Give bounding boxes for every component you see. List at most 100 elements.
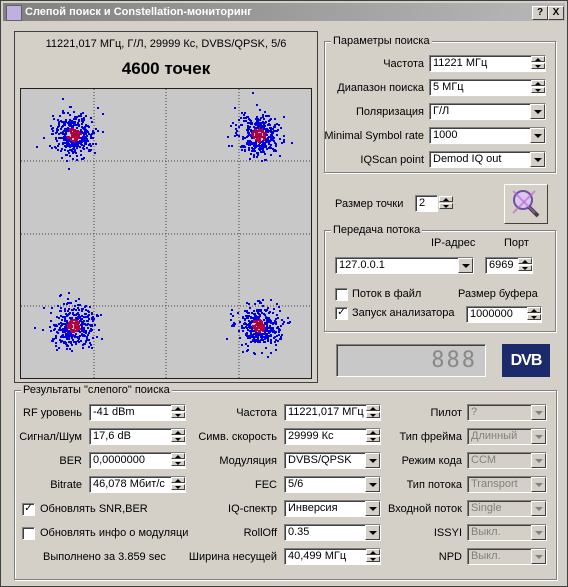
constellation-point bbox=[262, 114, 264, 116]
constellation-point bbox=[62, 331, 64, 333]
constellation-point bbox=[75, 333, 77, 335]
constellation-point bbox=[261, 324, 263, 326]
constellation-point bbox=[244, 318, 246, 320]
constellation-point bbox=[275, 318, 277, 320]
constellation-point bbox=[260, 327, 262, 329]
rf-level-spinner[interactable] bbox=[171, 405, 185, 420]
constellation-point bbox=[70, 341, 72, 343]
constellation-point bbox=[252, 330, 254, 332]
issyi-dropdown-arrow[interactable] bbox=[531, 525, 546, 540]
constellation-point bbox=[272, 136, 274, 138]
constellation-point bbox=[65, 131, 67, 133]
constellation-point bbox=[258, 139, 260, 141]
constellation-point bbox=[60, 294, 62, 296]
constellation-point bbox=[58, 317, 60, 319]
constellation-point bbox=[100, 314, 102, 316]
constellation-point bbox=[77, 340, 79, 342]
code-mode-dropdown-arrow[interactable] bbox=[531, 453, 546, 468]
constellation-point bbox=[70, 335, 72, 337]
polarization-select[interactable]: Г/Л bbox=[429, 103, 546, 120]
constellation-point bbox=[256, 156, 258, 158]
to-file-checkbox[interactable] bbox=[335, 288, 348, 301]
constellation-point bbox=[62, 110, 64, 112]
constellation-point bbox=[55, 335, 57, 337]
constellation-point bbox=[259, 322, 261, 324]
constellation-point bbox=[69, 146, 71, 148]
constellation-point bbox=[81, 310, 83, 312]
bitrate-spinner[interactable] bbox=[171, 477, 185, 492]
run-analyzer-checkbox[interactable]: ✓ bbox=[335, 307, 348, 320]
constellation-point bbox=[68, 292, 70, 294]
constellation-point bbox=[90, 344, 92, 346]
constellation-point bbox=[70, 141, 72, 143]
polarization-dropdown-arrow[interactable] bbox=[530, 104, 545, 119]
range-input[interactable]: 5 МГц bbox=[429, 79, 546, 96]
res-frequency-spinner[interactable] bbox=[366, 405, 380, 420]
update-snr-checkbox[interactable]: ✓ bbox=[22, 503, 35, 516]
iqscan-select[interactable]: Demod IQ out bbox=[429, 151, 546, 168]
constellation-point bbox=[247, 345, 249, 347]
ip-select[interactable]: 127.0.0.1 bbox=[335, 257, 474, 274]
constellation-point bbox=[76, 322, 78, 324]
update-mod-checkbox[interactable] bbox=[22, 527, 35, 540]
constellation-point bbox=[72, 329, 74, 331]
constellation-point bbox=[63, 139, 65, 141]
close-button[interactable]: X bbox=[548, 6, 564, 20]
point-size-input[interactable]: 2 bbox=[415, 195, 438, 212]
frequency-input[interactable]: 11221 МГц bbox=[429, 55, 546, 72]
constellation-point bbox=[239, 337, 241, 339]
range-spinner[interactable] bbox=[531, 80, 545, 95]
constellation-point bbox=[82, 308, 84, 310]
frequency-spinner[interactable] bbox=[531, 56, 545, 71]
min-sr-dropdown-arrow[interactable] bbox=[530, 128, 545, 143]
input-stream-dropdown-arrow[interactable] bbox=[531, 501, 546, 516]
constellation-point bbox=[253, 137, 255, 139]
rolloff-label: RollOff bbox=[243, 527, 277, 539]
constellation-point bbox=[235, 128, 237, 130]
constellation-point bbox=[264, 341, 266, 343]
port-spinner[interactable] bbox=[518, 258, 532, 273]
constellation-point bbox=[78, 338, 80, 340]
min-sr-select[interactable]: 1000 bbox=[429, 127, 546, 144]
bandwidth-spinner[interactable] bbox=[366, 549, 380, 564]
constellation-point bbox=[85, 331, 87, 333]
frame-type-dropdown-arrow[interactable] bbox=[531, 429, 546, 444]
constellation-point bbox=[73, 118, 75, 120]
help-button[interactable]: ? bbox=[532, 6, 548, 20]
constellation-point bbox=[56, 128, 58, 130]
constellation-point bbox=[85, 341, 87, 343]
constellation-point bbox=[240, 117, 242, 119]
stream-type-dropdown-arrow[interactable] bbox=[531, 477, 546, 492]
constellation-point bbox=[238, 119, 240, 121]
constellation-point bbox=[281, 319, 283, 321]
constellation-point bbox=[58, 125, 60, 127]
iqscan-dropdown-arrow[interactable] bbox=[530, 152, 545, 167]
ber-spinner[interactable] bbox=[171, 453, 185, 468]
symbol-rate-spinner[interactable] bbox=[366, 429, 380, 444]
scan-button[interactable] bbox=[504, 184, 548, 224]
constellation-point bbox=[66, 142, 68, 144]
snr-spinner[interactable] bbox=[171, 429, 185, 444]
ip-dropdown-arrow[interactable] bbox=[458, 258, 473, 273]
constellation-point bbox=[264, 111, 266, 113]
fec-dropdown-arrow[interactable] bbox=[365, 477, 380, 492]
constellation-point bbox=[59, 327, 61, 329]
rolloff-dropdown-arrow[interactable] bbox=[365, 525, 380, 540]
constellation-point bbox=[77, 307, 79, 309]
constellation-point bbox=[84, 141, 86, 143]
modulation-dropdown-arrow[interactable] bbox=[365, 453, 380, 468]
constellation-point bbox=[249, 337, 251, 339]
constellation-point bbox=[75, 118, 77, 120]
iq-spectrum-dropdown-arrow[interactable] bbox=[365, 501, 380, 516]
point-size-spinner[interactable] bbox=[439, 196, 453, 211]
constellation-point bbox=[275, 145, 277, 147]
npd-dropdown-arrow[interactable] bbox=[531, 549, 546, 564]
constellation-point bbox=[277, 340, 279, 342]
constellation-point bbox=[57, 145, 59, 147]
constellation-point bbox=[240, 124, 242, 126]
pilot-dropdown-arrow[interactable] bbox=[531, 405, 546, 420]
constellation-point bbox=[274, 118, 276, 120]
constellation-point bbox=[262, 122, 264, 124]
buffer-spinner[interactable] bbox=[527, 307, 541, 322]
constellation-point bbox=[70, 130, 72, 132]
